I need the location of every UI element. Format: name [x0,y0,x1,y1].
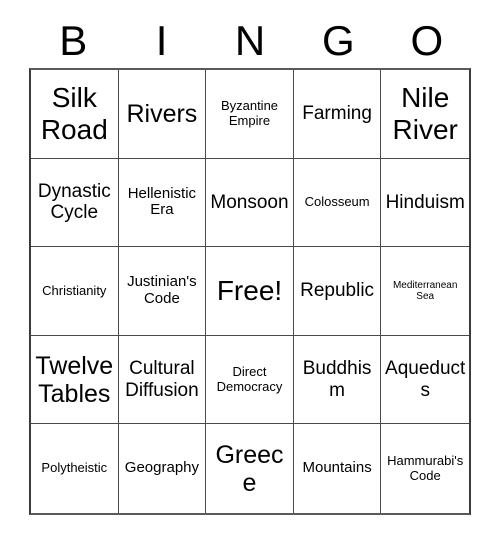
bingo-cell[interactable]: Polytheistic [31,424,119,513]
bingo-cell[interactable]: Hammurabi's Code [381,424,469,513]
bingo-cell[interactable]: Christianity [31,247,119,336]
bingo-cell[interactable]: Cultural Diffusion [118,335,207,425]
bingo-cell[interactable]: Hellenistic Era [118,158,207,248]
bingo-cell[interactable]: Monsoon [206,158,294,248]
bingo-cell[interactable]: Farming [293,70,382,159]
bingo-card: B I N G O Silk Road Rivers Byzantine Emp… [29,14,471,515]
bingo-cell[interactable]: Hinduism [381,159,469,248]
bingo-cell-free[interactable]: Free! [206,247,294,336]
bingo-cell[interactable]: Aqueducts [381,336,469,425]
header-letter-o: O [410,17,444,64]
bingo-cell[interactable]: Twelve Tables [31,335,119,425]
bingo-cell[interactable]: Mediterranean Sea [381,247,469,336]
header-letter-g: G [322,17,355,64]
bingo-cell[interactable]: Colosseum [293,158,382,248]
bingo-cell[interactable]: Nile River [381,70,469,159]
bingo-cell[interactable]: Direct Democracy [206,335,294,425]
bingo-grid: Silk Road Rivers Byzantine Empire Farmin… [29,68,471,515]
bingo-cell[interactable]: Silk Road [31,70,119,159]
bingo-cell[interactable]: Greece [206,424,294,513]
bingo-cell[interactable]: Dynastic Cycle [31,158,119,248]
bingo-cell[interactable]: Justinian's Code [118,247,207,336]
header-letter-i: I [155,17,168,64]
header-letter-b: B [59,17,88,64]
bingo-cell[interactable]: Mountains [294,424,382,513]
bingo-cell[interactable]: Byzantine Empire [206,70,294,159]
header-letter-n: N [234,17,266,64]
bingo-cell[interactable]: Buddhism [293,335,382,425]
bingo-cell[interactable]: Republic [293,247,382,336]
bingo-header-row: B I N G O [29,14,471,68]
bingo-cell[interactable]: Rivers [118,70,207,159]
bingo-cell[interactable]: Geography [119,424,207,513]
